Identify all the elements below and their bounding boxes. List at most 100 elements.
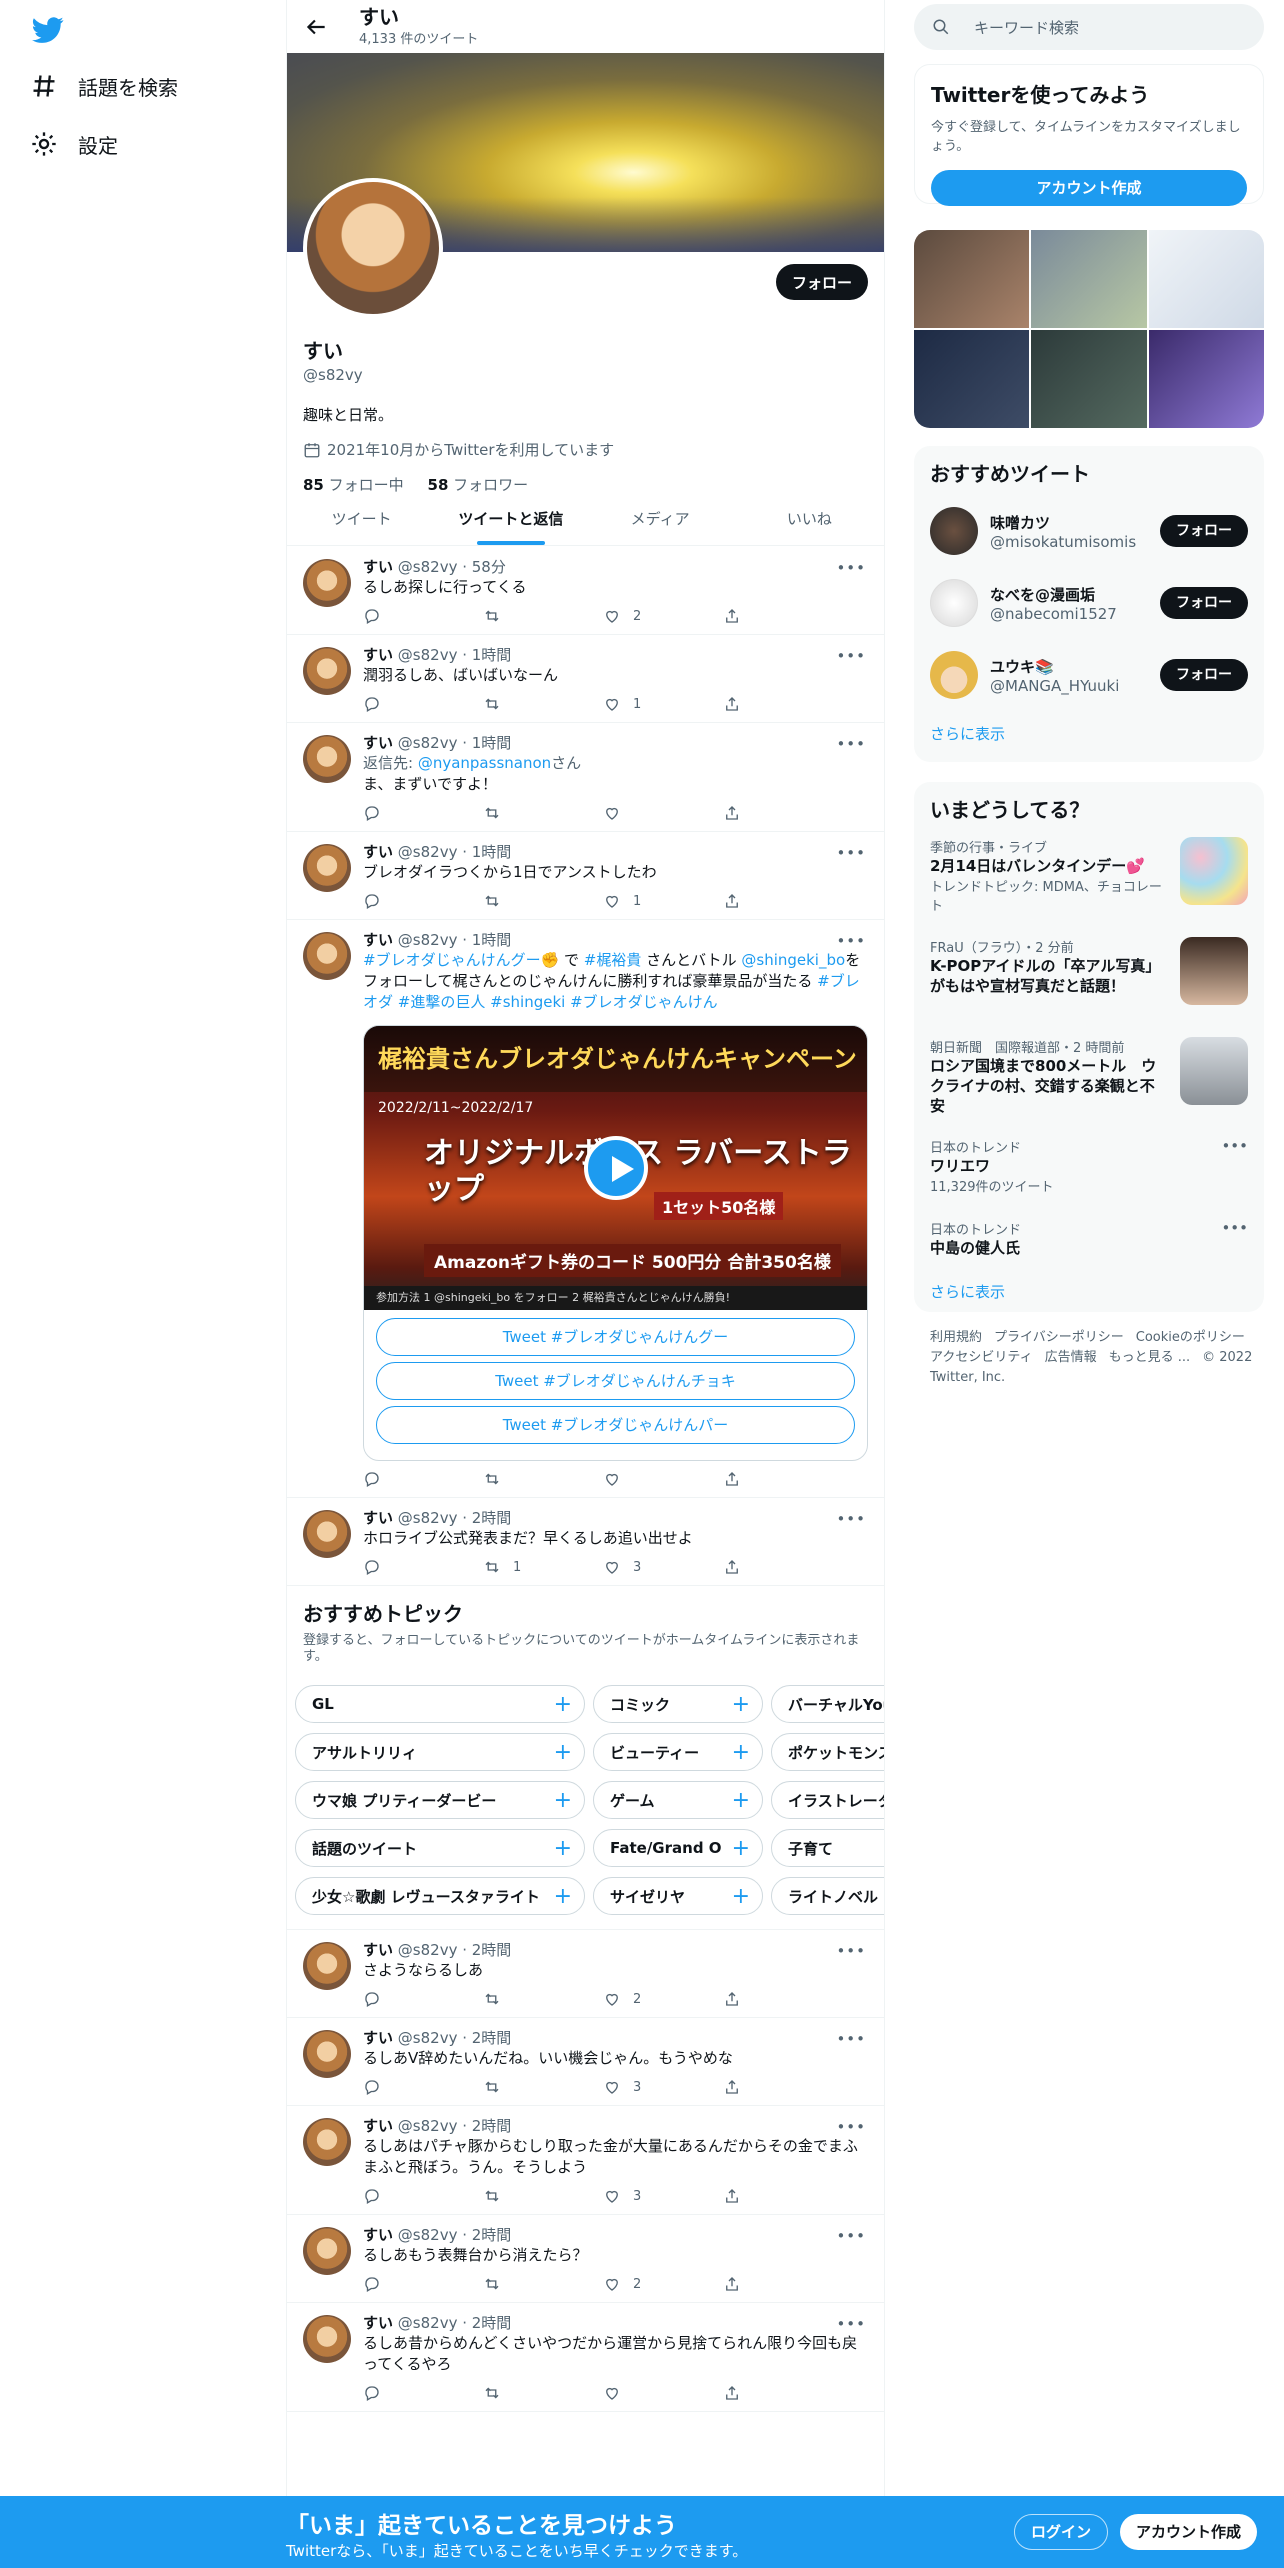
plus-icon[interactable]: + — [554, 1692, 572, 1717]
trend-item[interactable]: 朝日新聞 国際報道部・2 時間前 ロシア国境まで800メートル ウクライナの村、… — [914, 1027, 1264, 1127]
topic-pill[interactable]: ライトノベル+ — [771, 1877, 884, 1915]
nav-settings[interactable]: 設定 — [30, 122, 118, 166]
tab-tweets-replies[interactable]: ツイートと返信 — [436, 493, 585, 545]
like-button[interactable]: 3 — [603, 1558, 723, 1576]
footer-link[interactable]: プライバシーポリシー — [994, 1330, 1124, 1345]
like-button[interactable]: 2 — [603, 1990, 723, 2008]
media-thumb[interactable] — [914, 330, 1030, 428]
avatar[interactable] — [303, 559, 351, 607]
media-thumb[interactable] — [1031, 330, 1147, 428]
tab-media[interactable]: メディア — [586, 493, 735, 545]
card-video[interactable]: 梶裕貴さんブレオダじゃんけんキャンペーン 2022/2/11~2022/2/17… — [364, 1026, 867, 1310]
tweet-author[interactable]: すい — [363, 1509, 393, 1527]
footer-link[interactable]: 利用規約 — [930, 1330, 982, 1345]
tweet[interactable]: ••• すい @s82vy · 2時間 るしあ昔からめんどくさいやつだから運営から見… — [287, 2303, 884, 2412]
share-button[interactable] — [723, 2187, 843, 2205]
retweet-button[interactable] — [483, 1470, 603, 1488]
tweet[interactable]: ••• すい @s82vy · 2時間 さようならるしあ 2 — [287, 1930, 884, 2018]
follow-button[interactable]: フォロー — [775, 264, 868, 300]
hashtag-link[interactable]: #梶裕貴 — [584, 951, 642, 969]
plus-icon[interactable]: + — [554, 1836, 572, 1861]
footer-link[interactable]: Cookieのポリシー — [1136, 1330, 1245, 1345]
topic-pill[interactable]: アサルトリリィ + — [295, 1733, 585, 1771]
avatar[interactable] — [303, 932, 351, 980]
share-button[interactable] — [723, 1558, 843, 1576]
avatar[interactable] — [303, 2315, 351, 2363]
topic-pill[interactable]: ビューティー + — [593, 1733, 763, 1771]
retweet-button[interactable] — [483, 695, 603, 713]
media-thumb[interactable] — [1148, 230, 1264, 328]
plus-icon[interactable]: + — [732, 1692, 750, 1717]
share-button[interactable] — [723, 695, 843, 713]
avatar[interactable] — [303, 647, 351, 695]
reply-button[interactable] — [363, 607, 483, 625]
tweet-time[interactable]: 2時間 — [472, 1941, 512, 1959]
tweet[interactable]: ••• すい @s82vy · 2時間 るしあはパチャ豚からむしり取った金が大量にあ… — [287, 2106, 884, 2215]
tweet-author[interactable]: すい — [363, 2029, 393, 2047]
share-button[interactable] — [723, 1470, 843, 1488]
tweet[interactable]: ••• すい @s82vy · 2時間 ホロライブ公式発表まだ？早くるしあ追い出せよ… — [287, 1498, 884, 1586]
tweet[interactable]: ••• すい @s82vy · 1時間 #ブレオダじゃんけんグー✊ で #梶裕貴 さ… — [287, 920, 884, 1498]
reply-button[interactable] — [363, 2275, 483, 2293]
tweet-time[interactable]: 1時間 — [472, 931, 512, 949]
tweet-author[interactable]: すい — [363, 931, 393, 949]
trend-item[interactable]: FRaU（フラウ）・2 分前 K-POPアイドルの「卒アル写真」がもはや宣材写真… — [914, 927, 1264, 1027]
retweet-button[interactable] — [483, 607, 603, 625]
hashtag-link[interactable]: @shingeki_bo — [741, 951, 845, 969]
reply-button[interactable] — [363, 2384, 483, 2402]
share-button[interactable] — [723, 1990, 843, 2008]
profile-avatar[interactable] — [303, 178, 443, 318]
rec-user[interactable]: 味噌カツ @misokatumisomis フォロー — [914, 495, 1264, 567]
topic-pill[interactable]: 少女☆歌劇 レヴュースタァライト + — [295, 1877, 585, 1915]
avatar[interactable] — [930, 651, 978, 699]
tweet[interactable]: ••• すい @s82vy · 58分 るしあ探しに行ってくる 2 — [287, 547, 884, 635]
topic-pill[interactable]: ゲーム + — [593, 1781, 763, 1819]
play-icon[interactable] — [583, 1136, 648, 1200]
plus-icon[interactable]: + — [732, 1884, 750, 1909]
rec-follow-button[interactable]: フォロー — [1160, 515, 1248, 547]
footer-link[interactable]: 広告情報 — [1045, 1350, 1097, 1365]
topic-pill[interactable]: 話題のツイート + — [295, 1829, 585, 1867]
topic-pill[interactable]: 子育て+ — [771, 1829, 884, 1867]
rec-follow-button[interactable]: フォロー — [1160, 587, 1248, 619]
tweet-author[interactable]: すい — [363, 646, 393, 664]
card-tweet-button[interactable]: Tweet #ブレオダじゃんけんパー — [376, 1406, 855, 1444]
tweet-author[interactable]: すい — [363, 2226, 393, 2244]
media-thumb[interactable] — [914, 230, 1030, 328]
like-button[interactable]: 2 — [603, 2275, 723, 2293]
tweet-author[interactable]: すい — [363, 2117, 393, 2135]
topic-pill[interactable]: サイゼリヤ + — [593, 1877, 763, 1915]
share-button[interactable] — [723, 607, 843, 625]
like-button[interactable] — [603, 1470, 723, 1488]
tweet-time[interactable]: 2時間 — [472, 2314, 512, 2332]
share-button[interactable] — [723, 892, 843, 910]
topic-pill[interactable]: GL + — [295, 1685, 585, 1723]
avatar[interactable] — [303, 2118, 351, 2166]
retweet-button[interactable] — [483, 804, 603, 822]
reply-button[interactable] — [363, 892, 483, 910]
reply-button[interactable] — [363, 695, 483, 713]
topic-pill[interactable]: ポケットモンスター+ — [771, 1733, 884, 1771]
like-button[interactable] — [603, 804, 723, 822]
reply-button[interactable] — [363, 2078, 483, 2096]
card-tweet-button[interactable]: Tweet #ブレオダじゃんけんグー — [376, 1318, 855, 1356]
retweet-button[interactable] — [483, 2078, 603, 2096]
like-button[interactable] — [603, 2384, 723, 2402]
retweet-button[interactable] — [483, 2384, 603, 2402]
more-icon[interactable]: ••• — [1221, 1137, 1248, 1155]
retweet-button[interactable] — [483, 1990, 603, 2008]
followers-link[interactable]: 58 フォロワー — [428, 476, 529, 494]
more-icon[interactable]: ••• — [836, 1510, 866, 1528]
avatar[interactable] — [303, 2030, 351, 2078]
tweet-author[interactable]: すい — [363, 2314, 393, 2332]
more-icon[interactable]: ••• — [836, 2227, 866, 2245]
plus-icon[interactable]: + — [732, 1740, 750, 1765]
more-icon[interactable]: ••• — [836, 559, 866, 577]
hashtag-link[interactable]: #shingeki — [490, 993, 565, 1011]
rec-user[interactable]: ユウキ📚 @MANGA_HYuuki フォロー — [914, 639, 1264, 711]
card-tweet-button[interactable]: Tweet #ブレオダじゃんけんチョキ — [376, 1362, 855, 1400]
plus-icon[interactable]: + — [732, 1836, 750, 1861]
tweet-time[interactable]: 1時間 — [472, 646, 512, 664]
retweet-button[interactable]: 1 — [483, 1558, 603, 1576]
more-icon[interactable]: ••• — [836, 1942, 866, 1960]
